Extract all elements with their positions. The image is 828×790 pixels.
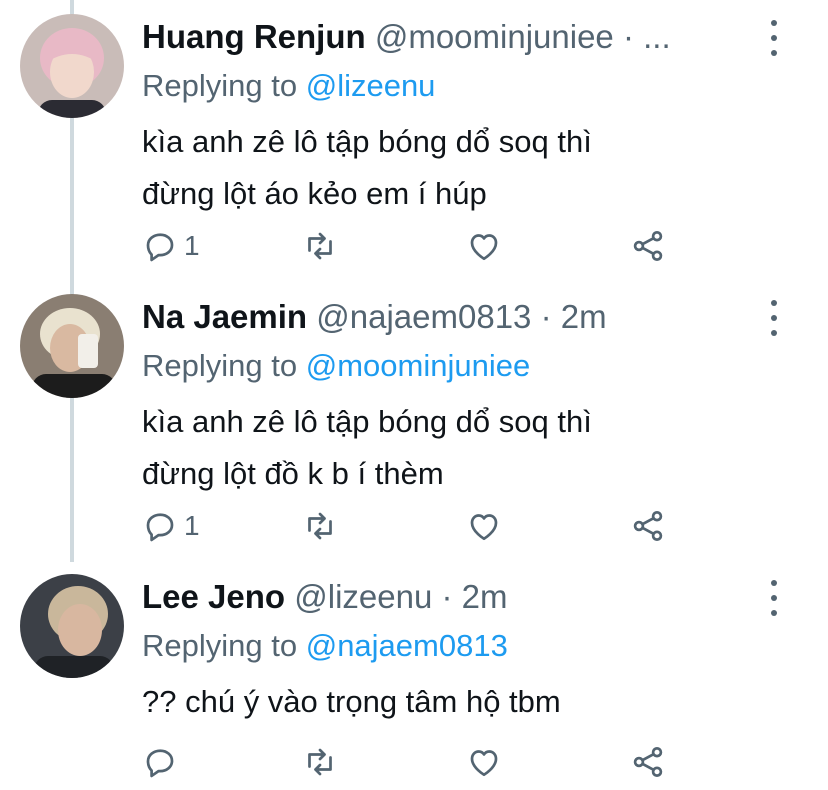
replying-to-line: Replying to @lizeenu — [142, 64, 435, 108]
tweet[interactable]: Huang Renjun @moominjuniee · ... Replyin… — [0, 12, 828, 292]
replying-to-line: Replying to @moominjuniee — [142, 344, 530, 388]
display-name[interactable]: Na Jaemin — [142, 298, 307, 335]
reply-count: 1 — [184, 230, 200, 261]
replying-prefix: Replying to — [142, 348, 298, 383]
timestamp[interactable]: 2m — [462, 578, 508, 615]
reply-icon — [146, 513, 174, 542]
timestamp[interactable]: ... — [643, 18, 671, 55]
display-name[interactable]: Huang Renjun — [142, 18, 366, 55]
like-icon — [470, 234, 498, 261]
retweet-button[interactable] — [302, 504, 338, 548]
display-name[interactable]: Lee Jeno — [142, 578, 285, 615]
tweet-header: Na Jaemin @najaem0813 · 2m — [142, 292, 758, 342]
avatar-image — [20, 14, 124, 118]
more-icon[interactable] — [764, 20, 784, 56]
tweet[interactable]: Lee Jeno @lizeenu · 2m Replying to @naja… — [0, 572, 828, 790]
separator-dot: · — [441, 578, 453, 615]
tweet-header: Lee Jeno @lizeenu · 2m — [142, 572, 758, 622]
like-button[interactable] — [466, 224, 502, 268]
reply-icon — [146, 749, 174, 778]
reply-button[interactable] — [142, 740, 178, 784]
retweet-button[interactable] — [302, 224, 338, 268]
retweet-icon — [308, 748, 332, 776]
retweet-icon — [308, 512, 332, 540]
like-button[interactable] — [466, 504, 502, 548]
share-icon — [633, 231, 663, 261]
tweet-text-line: ?? chú ý vào trọng tâm hộ tbm — [142, 684, 561, 719]
user-handle[interactable]: @lizeenu — [294, 578, 432, 615]
tweet-text-line: kìa anh zê lô tập bóng dổ soq thì — [142, 124, 592, 159]
mention-link[interactable]: @najaem0813 — [306, 628, 508, 663]
retweet-icon — [308, 232, 332, 260]
retweet-button[interactable] — [302, 740, 338, 784]
mention-link[interactable]: @lizeenu — [306, 68, 436, 103]
tweet-text: ?? chú ý vào trọng tâm hộ tbm — [142, 676, 788, 728]
tweet-text: kìa anh zê lô tập bóng dổ soq thì đừng l… — [142, 116, 788, 220]
share-button[interactable] — [630, 224, 666, 268]
reply-icon — [146, 233, 174, 262]
share-icon — [633, 747, 663, 777]
replying-prefix: Replying to — [142, 628, 298, 663]
separator-dot: · — [540, 298, 552, 335]
tweet-header: Huang Renjun @moominjuniee · ... — [142, 12, 758, 62]
share-icon — [633, 511, 663, 541]
separator-dot: · — [622, 18, 634, 55]
tweet-text-line: đừng lột áo kẻo em í húp — [142, 176, 487, 211]
action-bar — [142, 740, 682, 784]
more-icon[interactable] — [764, 580, 784, 616]
tweet-text-line: kìa anh zê lô tập bóng dổ soq thì — [142, 404, 592, 439]
reply-button[interactable]: 1 — [142, 504, 200, 548]
like-icon — [470, 750, 498, 777]
avatar-image — [20, 574, 124, 678]
replying-to-line: Replying to @najaem0813 — [142, 624, 508, 668]
user-handle[interactable]: @moominjuniee — [375, 18, 614, 55]
avatar[interactable] — [20, 14, 124, 118]
action-bar: 1 — [142, 224, 682, 268]
tweet-text: kìa anh zê lô tập bóng dổ soq thì đừng l… — [142, 396, 788, 500]
action-bar: 1 — [142, 504, 682, 548]
timestamp[interactable]: 2m — [561, 298, 607, 335]
avatar-image — [20, 294, 124, 398]
like-button[interactable] — [466, 740, 502, 784]
mention-link[interactable]: @moominjuniee — [306, 348, 530, 383]
reply-button[interactable]: 1 — [142, 224, 200, 268]
tweet-text-line: đừng lột đồ k b í thèm — [142, 456, 444, 491]
like-icon — [470, 514, 498, 541]
replying-prefix: Replying to — [142, 68, 298, 103]
more-icon[interactable] — [764, 300, 784, 336]
share-button[interactable] — [630, 740, 666, 784]
avatar[interactable] — [20, 294, 124, 398]
reply-count: 1 — [184, 510, 200, 541]
avatar[interactable] — [20, 574, 124, 678]
user-handle[interactable]: @najaem0813 — [316, 298, 531, 335]
tweet[interactable]: Na Jaemin @najaem0813 · 2m Replying to @… — [0, 292, 828, 572]
share-button[interactable] — [630, 504, 666, 548]
